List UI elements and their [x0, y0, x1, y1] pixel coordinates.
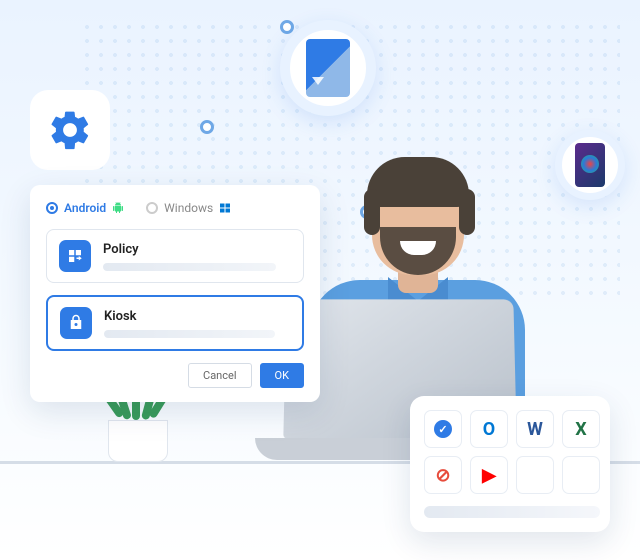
- app-youtube[interactable]: ▶: [470, 456, 508, 494]
- app-outlook[interactable]: O: [470, 410, 508, 448]
- plant-pot: [108, 420, 168, 462]
- option-policy[interactable]: Policy: [46, 229, 304, 283]
- word-icon: W: [527, 419, 543, 440]
- kiosk-icon: [60, 307, 92, 339]
- app-excel[interactable]: X: [562, 410, 600, 448]
- outlook-icon: O: [483, 419, 495, 440]
- app-empty: [516, 456, 554, 494]
- app-grid: ✓ O W X ⊘ ▶: [424, 410, 596, 518]
- option-content: Kiosk: [104, 309, 290, 338]
- ok-button[interactable]: OK: [260, 363, 304, 388]
- app-empty: [562, 456, 600, 494]
- profile-form-card: Android Windows Policy Kiosk Cancel OK: [30, 185, 320, 402]
- option-title: Policy: [103, 242, 291, 257]
- option-content: Policy: [103, 242, 291, 271]
- placeholder-bar: [103, 263, 276, 271]
- tab-windows[interactable]: Windows: [146, 201, 231, 215]
- map-node: [280, 20, 294, 34]
- os-tab-row: Android Windows: [46, 201, 304, 215]
- kiosk-signage-icon: [306, 39, 350, 97]
- tab-label: Windows: [164, 201, 213, 215]
- radio-icon: [46, 202, 58, 214]
- apps-card: ✓ O W X ⊘ ▶: [410, 396, 610, 532]
- placeholder-bar: [424, 506, 600, 518]
- tab-android[interactable]: Android: [46, 201, 124, 215]
- tab-label: Android: [64, 201, 106, 215]
- app-word[interactable]: W: [516, 410, 554, 448]
- signage-device-badge: [280, 20, 376, 116]
- policy-icon: [59, 240, 91, 272]
- android-icon: [112, 202, 124, 214]
- phone-device-badge: [555, 130, 625, 200]
- phone-icon: [575, 143, 605, 187]
- option-title: Kiosk: [104, 309, 290, 324]
- placeholder-bar: [104, 330, 275, 338]
- excel-icon: X: [575, 419, 586, 440]
- radio-icon: [146, 202, 158, 214]
- check-icon: ✓: [434, 420, 452, 438]
- settings-tile: [30, 90, 110, 170]
- button-row: Cancel OK: [46, 363, 304, 388]
- cancel-button[interactable]: Cancel: [188, 363, 251, 388]
- blocked-icon: ⊘: [435, 465, 450, 486]
- app-blocked[interactable]: ⊘: [424, 456, 462, 494]
- option-kiosk[interactable]: Kiosk: [46, 295, 304, 351]
- gear-icon: [47, 107, 93, 153]
- app-allowed-check[interactable]: ✓: [424, 410, 462, 448]
- windows-icon: [219, 202, 231, 214]
- map-node: [200, 120, 214, 134]
- youtube-icon: ▶: [482, 465, 496, 486]
